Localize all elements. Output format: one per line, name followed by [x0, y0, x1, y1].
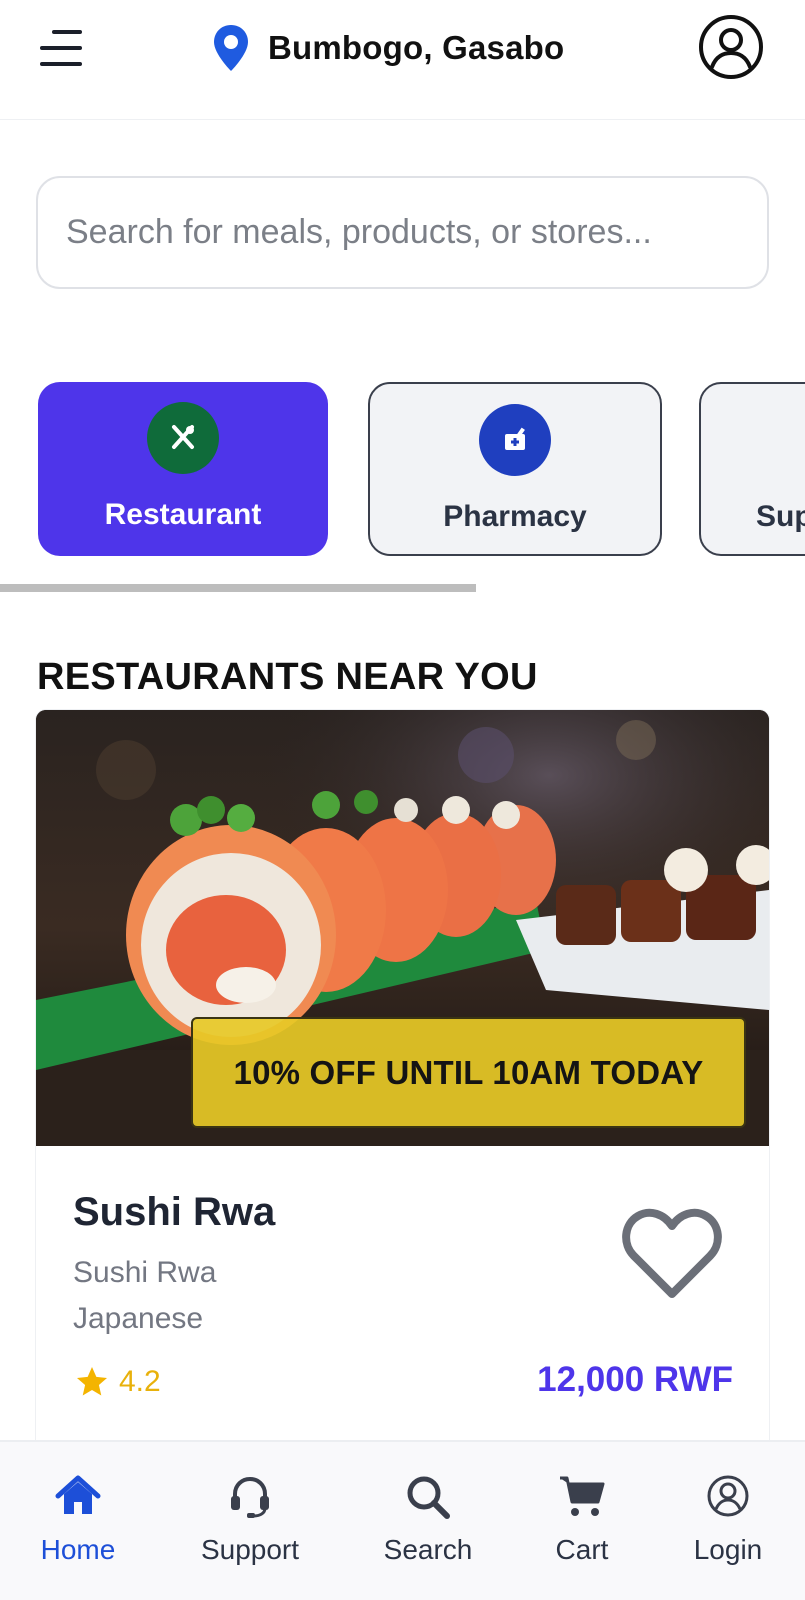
rating-value: 4.2 — [119, 1365, 161, 1398]
nav-label: Cart — [555, 1534, 609, 1565]
nav-support[interactable]: Support — [180, 1464, 320, 1574]
map-pin-icon — [214, 25, 248, 71]
star-icon — [77, 1367, 107, 1396]
utensils-icon — [147, 402, 219, 474]
home-icon — [55, 1475, 101, 1514]
mortar-pestle-icon — [479, 404, 551, 476]
category-restaurant[interactable]: Restaurant — [38, 382, 328, 556]
cart-icon — [560, 1476, 605, 1516]
nav-login[interactable]: Login — [658, 1464, 798, 1574]
nav-label: Home — [40, 1534, 116, 1565]
nav-home[interactable]: Home — [8, 1464, 148, 1574]
price: 12,000 RWF — [537, 1360, 733, 1399]
hamburger-icon-line — [40, 46, 82, 50]
search-bar[interactable] — [36, 176, 769, 289]
hamburger-menu-button[interactable] — [40, 28, 86, 68]
category-carousel[interactable]: Restaurant Pharmacy Sup — [0, 380, 805, 560]
nav-cart[interactable]: Cart — [512, 1464, 652, 1574]
category-supermarket[interactable]: Sup — [699, 382, 805, 556]
user-circle-icon — [707, 1475, 749, 1517]
restaurant-name: Sushi Rwa — [73, 1190, 276, 1234]
category-label: Restaurant — [104, 498, 262, 531]
promo-banner: 10% OFF UNTIL 10AM TODAY — [191, 1017, 746, 1128]
nav-label: Search — [383, 1534, 473, 1565]
nav-label: Support — [200, 1534, 300, 1565]
section-title: RESTAURANTS NEAR YOU — [37, 656, 538, 698]
restaurant-subtitle: Sushi Rwa — [73, 1256, 217, 1289]
location-selector[interactable]: Bumbogo, Gasabo — [212, 24, 564, 72]
search-icon — [407, 1476, 450, 1519]
nav-label: Login — [693, 1534, 763, 1565]
user-circle-icon[interactable] — [698, 14, 764, 80]
headset-icon — [231, 1476, 269, 1518]
rating: 4.2 — [73, 1364, 161, 1400]
horizontal-scrollbar[interactable] — [0, 584, 476, 592]
category-label: Pharmacy — [443, 500, 587, 533]
restaurant-cuisine: Japanese — [73, 1302, 204, 1335]
restaurant-image: 10% OFF UNTIL 10AM TODAY — [36, 710, 769, 1146]
top-app-bar: Bumbogo, Gasabo — [0, 0, 805, 120]
category-pharmacy[interactable]: Pharmacy — [368, 382, 662, 556]
hamburger-icon-line — [40, 62, 82, 66]
nav-search[interactable]: Search — [358, 1464, 498, 1574]
bottom-navigation: Home Support Search Cart Login — [0, 1440, 805, 1600]
heart-outline-icon[interactable] — [620, 1206, 724, 1302]
location-label: Bumbogo, Gasabo — [268, 29, 565, 66]
category-label: Sup — [756, 500, 805, 533]
search-input[interactable] — [66, 178, 746, 287]
hamburger-icon — [52, 30, 82, 34]
restaurant-card[interactable]: 10% OFF UNTIL 10AM TODAY Sushi Rwa Sushi… — [36, 710, 769, 1450]
